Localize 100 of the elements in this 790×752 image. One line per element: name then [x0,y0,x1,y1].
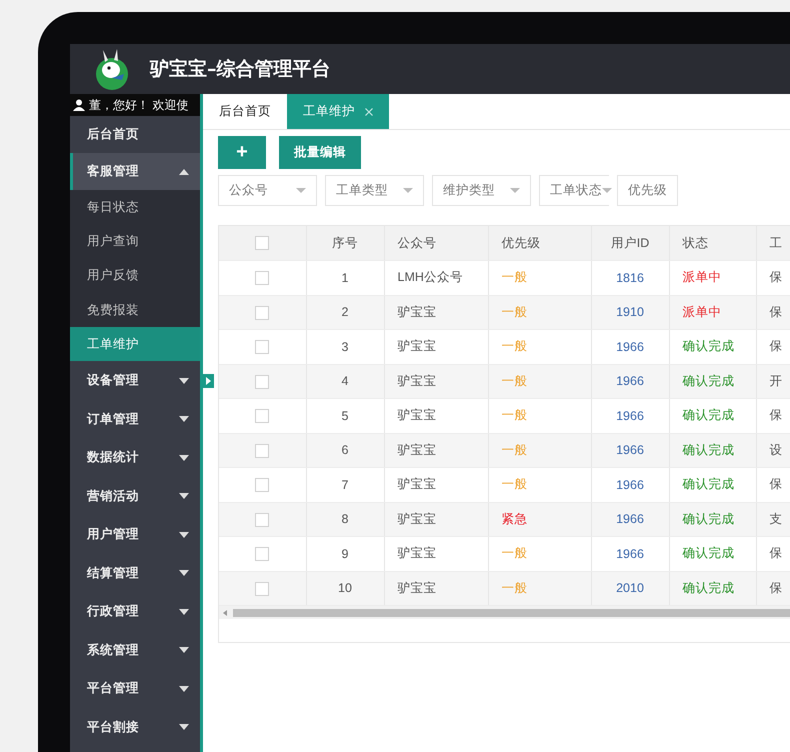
priority-cell: 一般 [488,398,591,433]
app-title: 驴宝宝–综合管理平台 [150,57,330,82]
sidebar-group[interactable]: 数据统计 [70,438,200,477]
table-cell: 驴宝宝 [384,571,488,606]
priority-cell: 紧急 [488,502,591,536]
sidebar-subitem[interactable]: 工单维护 [70,327,200,362]
add-button[interactable]: + [218,136,266,169]
filter-select[interactable]: 工单类型 [325,175,424,206]
table-cell: 2 [306,295,384,330]
filter-select[interactable]: 公众号 [218,175,317,206]
sidebar-group[interactable]: 平台管理 [70,669,200,708]
priority-cell: 一般 [488,433,591,468]
table-cell: 保 [756,468,790,502]
user-id-cell: 1910 [591,295,669,330]
sidebar-group[interactable]: 营销活动 [70,476,200,516]
table-cell: 保 [756,536,790,571]
tab[interactable]: 后台首页 [203,94,287,129]
sidebar-group[interactable]: 用户管理 [70,515,200,554]
user-id-cell: 1966 [591,502,669,536]
status-cell: 确认完成 [669,536,756,571]
priority-cell: 一般 [488,260,591,295]
select-all-checkbox[interactable] [255,236,270,250]
priority-cell: 一般 [488,571,591,606]
row-checkbox[interactable] [255,374,270,389]
table-cell: 8 [306,502,384,536]
column-header: 状态 [669,226,756,260]
table-cell: 4 [306,364,384,398]
priority-cell: 一般 [488,536,591,571]
table-cell: 6 [306,433,384,468]
status-cell: 确认完成 [669,433,756,468]
table-cell: 7 [306,468,384,502]
table-cell: 支 [756,502,790,536]
horizontal-scrollbar[interactable] [219,606,790,619]
row-checkbox[interactable] [255,409,270,424]
sidebar-group[interactable]: 设备管理 [70,361,200,400]
priority-cell: 一般 [488,295,591,330]
sidebar-group[interactable]: 结算管理 [70,554,200,592]
user-id-cell: 1966 [591,536,669,571]
status-cell: 确认完成 [669,364,756,398]
user-id-cell: 2010 [591,571,669,606]
table-cell: 设 [756,433,790,468]
user-id-cell: 1966 [591,468,669,502]
status-cell: 派单中 [669,260,756,295]
close-icon[interactable] [365,108,373,116]
table-cell: 3 [306,330,384,364]
column-header: 序号 [306,226,384,260]
status-cell: 确认完成 [669,398,756,433]
priority-cell: 一般 [488,468,591,502]
status-cell: 确认完成 [669,502,756,536]
row-checkbox[interactable] [255,478,270,492]
row-checkbox[interactable] [255,582,270,596]
status-cell: 确认完成 [669,571,756,606]
table-cell: 驴宝宝 [384,330,488,364]
table-cell: 驴宝宝 [384,502,488,536]
sidebar-group[interactable]: 订单管理 [70,400,200,438]
status-cell: 派单中 [669,295,756,330]
status-cell: 确认完成 [669,468,756,502]
sidebar-group[interactable]: 客服管理 [70,153,200,190]
status-cell: 确认完成 [669,330,756,364]
batch-edit-button[interactable]: 批量编辑 [279,136,361,169]
sidebar-group[interactable]: 行政管理 [70,592,200,631]
table-cell: LMH公众号 [384,260,488,295]
column-header: 公众号 [384,226,488,260]
row-checkbox[interactable] [255,547,270,562]
user-id-cell: 1966 [591,330,669,364]
table-cell: 驴宝宝 [384,398,488,433]
row-checkbox[interactable] [255,271,270,286]
sidebar-item[interactable]: 后台首页 [70,116,200,153]
sidebar-subitem[interactable]: 免费报装 [70,292,200,328]
sidebar-subitem[interactable]: 每日状态 [70,190,200,224]
row-checkbox[interactable] [255,444,270,458]
priority-cell: 一般 [488,330,591,364]
table-cell: 保 [756,295,790,330]
sidebar-group[interactable]: 平台割接 [70,708,200,746]
table-cell: 驴宝宝 [384,433,488,468]
table-cell: 保 [756,571,790,606]
table-cell: 保 [756,398,790,433]
table-cell: 保 [756,330,790,364]
greeting-text: 董，您好！ 欢迎使 [89,96,188,114]
table-cell: 1 [306,260,384,295]
row-checkbox[interactable] [255,306,270,320]
column-header: 用户ID [591,226,669,260]
user-icon [73,99,85,111]
table-cell: 驴宝宝 [384,536,488,571]
sidebar-subitem[interactable]: 用户查询 [70,224,200,259]
filter-select[interactable]: 维护类型 [432,175,531,206]
table-cell: 9 [306,536,384,571]
sidebar-group[interactable]: 系统管理 [70,630,200,670]
table-cell: 驴宝宝 [384,468,488,502]
sidebar-toggle-icon[interactable] [203,374,214,388]
table-cell: 保 [756,260,790,295]
row-checkbox[interactable] [255,340,270,354]
table-cell: 开 [756,364,790,398]
row-checkbox[interactable] [255,512,270,527]
table-cell: 10 [306,571,384,606]
filter-select[interactable]: 工单状态 [539,175,609,206]
priority-cell: 一般 [488,364,591,398]
sidebar-subitem[interactable]: 用户反馈 [70,258,200,293]
filter-select[interactable]: 优先级 [617,175,678,206]
table-cell: 驴宝宝 [384,295,488,330]
